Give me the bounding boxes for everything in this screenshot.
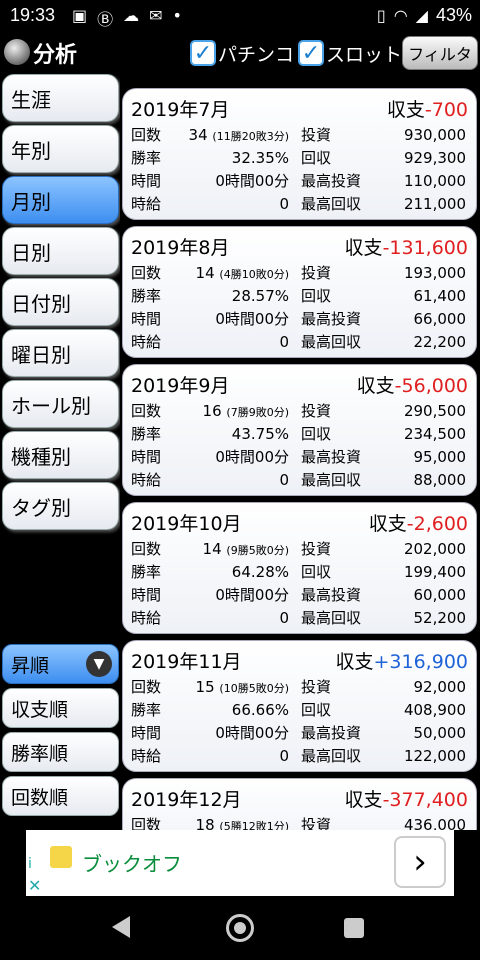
vibrate-icon: ▯ [376, 6, 386, 25]
ad-text: ブックオフ [82, 852, 182, 876]
ad-banner-area: i ✕ ブックオフ › [0, 830, 480, 896]
month-label: 2019年7月 [131, 98, 230, 121]
system-icons: ▯ ◠ ◢ 43% [377, 5, 472, 26]
cloud-notification-icon: ☁ [123, 6, 140, 25]
month-card[interactable]: 2019年7月 収支-700 回数 34 (11勝20敗3分) 投資 930,000 … [122, 88, 477, 220]
sidebar-item-yearly[interactable]: 年別 [2, 125, 119, 173]
filter-button[interactable]: フィルタ [402, 36, 478, 70]
month-label: 2019年10月 [131, 512, 242, 535]
month-card[interactable]: 2019年9月 収支-56,000 回数 16 (7勝9敗0分) 投資 290,500… [122, 364, 477, 496]
month-card[interactable]: 2019年12月 収支-377,400 回数 18 (5勝12敗1分) 投資 436,… [122, 778, 477, 830]
balance-value: -377,400 [382, 788, 468, 811]
month-card[interactable]: 2019年8月 収支-131,600 回数 14 (4勝10敗0分) 投資 193,0… [122, 226, 477, 358]
month-label: 2019年9月 [131, 374, 230, 397]
sidebar-item-daily[interactable]: 日別 [2, 227, 119, 275]
app-header: 分析 ✓ パチンコ ✓ スロット フィルタ [0, 34, 480, 72]
ad-banner[interactable]: i ✕ ブックオフ › [26, 830, 454, 896]
month-card[interactable]: 2019年10月 収支-2,600 回数 14 (9勝5敗0分) 投資 202,000… [122, 502, 477, 634]
month-label: 2019年8月 [131, 236, 230, 259]
ad-logo-icon [50, 846, 72, 868]
status-time: 19:33 [10, 5, 56, 25]
slot-checkbox[interactable]: ✓ スロット [298, 38, 402, 68]
sort-by-balance-button[interactable]: 収支順 [2, 688, 119, 728]
slot-label: スロット [326, 43, 403, 66]
balance-value: -131,600 [382, 236, 468, 259]
balance-value: -2,600 [406, 512, 468, 535]
balance-value: -700 [424, 98, 468, 121]
status-bar: 19:33 ▣ Ⓑ ☁ ✉ • ▯ ◠ ◢ 43% [0, 0, 480, 34]
signal-icon: ◢ [415, 6, 428, 25]
pachinko-checkbox[interactable]: ✓ パチンコ [190, 38, 294, 68]
battery-level: 43% [435, 5, 472, 25]
pachinko-label: パチンコ [218, 43, 295, 66]
sort-by-win-rate-button[interactable]: 勝率順 [2, 732, 119, 772]
ad-info-icon[interactable]: i [28, 856, 32, 872]
sort-order-label: 昇順 [11, 654, 50, 677]
monthly-list[interactable]: 2019年7月 収支-700 回数 34 (11勝20敗3分) 投資 930,000 … [120, 72, 480, 830]
checkmark-icon: ✓ [190, 40, 216, 66]
ad-arrow-icon[interactable]: › [394, 836, 446, 888]
notification-icons: ▣ Ⓑ ☁ ✉ • [72, 6, 182, 30]
app-logo-icon [4, 39, 30, 65]
ad-close-icon[interactable]: ✕ [28, 876, 41, 895]
sidebar-item-lifetime[interactable]: 生涯 [2, 74, 119, 122]
sort-by-count-button[interactable]: 回数順 [2, 776, 119, 816]
image-notification-icon: ▣ [72, 6, 88, 25]
wifi-icon: ◠ [393, 6, 408, 25]
recent-apps-icon[interactable] [344, 918, 364, 938]
sidebar-item-by-tag[interactable]: タグ別 [2, 482, 119, 530]
sidebar-item-by-hall[interactable]: ホール別 [2, 380, 119, 428]
sidebar-item-by-weekday[interactable]: 曜日別 [2, 329, 119, 377]
dot-notification-icon: • [172, 6, 182, 25]
system-nav-bar [0, 896, 480, 960]
sidebar-item-monthly[interactable]: 月別 [2, 176, 119, 224]
sort-order-dropdown[interactable]: 昇順 ▼ [2, 644, 119, 684]
mail-notification-icon: ✉ [149, 6, 163, 25]
sidebar-item-by-date[interactable]: 日付別 [2, 278, 119, 326]
home-icon[interactable] [226, 914, 254, 942]
balance-value: +316,900 [373, 650, 469, 673]
checkmark-icon: ✓ [298, 40, 324, 66]
sidebar: 生涯 年別 月別 日別 日付別 曜日別 ホール別 機種別 タグ別 昇順 ▼ 収支… [0, 72, 120, 830]
back-icon[interactable] [112, 916, 130, 938]
sidebar-item-by-machine[interactable]: 機種別 [2, 431, 119, 479]
balance-value: -56,000 [394, 374, 468, 397]
app-notification-icon: Ⓑ [97, 10, 114, 29]
month-label: 2019年12月 [131, 788, 242, 811]
page-title: 分析 [33, 43, 78, 68]
month-card[interactable]: 2019年11月 収支+316,900 回数 15 (10勝5敗0分) 投資 92,0… [122, 640, 477, 772]
month-label: 2019年11月 [131, 650, 242, 673]
chevron-down-icon: ▼ [86, 651, 112, 677]
